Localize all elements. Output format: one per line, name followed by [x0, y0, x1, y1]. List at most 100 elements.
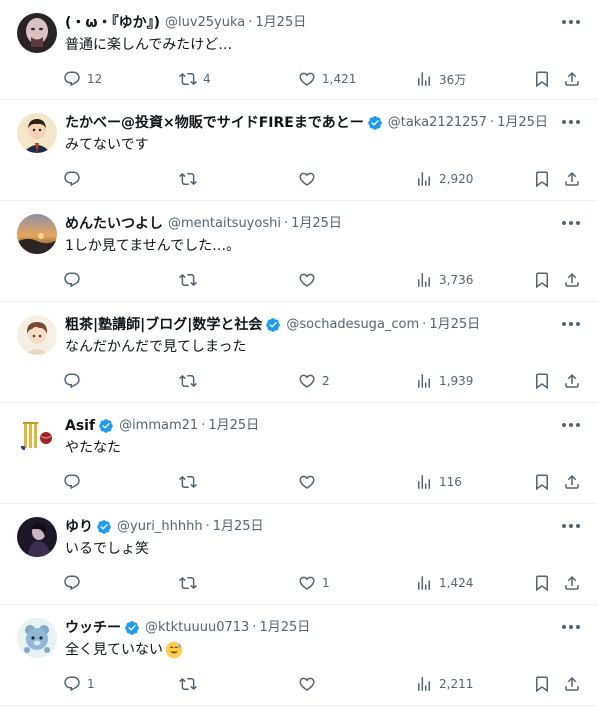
more-options-icon[interactable] — [559, 211, 583, 235]
more-options-icon[interactable] — [559, 312, 583, 336]
more-options-icon[interactable] — [559, 10, 583, 34]
user-handle[interactable]: @mentaitsuyoshi — [168, 214, 281, 234]
tweet[interactable]: ウッチー @ktktuuuu0713 · 1月25日 全く見ていない 1 2,211 — [0, 605, 597, 706]
more-options-icon[interactable] — [559, 514, 583, 538]
retweet-button[interactable] — [179, 370, 203, 392]
verified-badge-icon — [124, 620, 140, 636]
like-button[interactable] — [298, 168, 322, 190]
reply-button[interactable] — [63, 370, 87, 392]
share-button[interactable] — [563, 471, 581, 493]
more-options-icon[interactable] — [559, 110, 583, 134]
bookmark-button[interactable] — [533, 471, 551, 493]
bookmark-button[interactable] — [533, 370, 551, 392]
views-button[interactable]: 2,920 — [415, 168, 473, 190]
like-button[interactable] — [298, 269, 322, 291]
bookmark-button[interactable] — [533, 269, 551, 291]
retweet-button[interactable] — [179, 572, 203, 594]
avatar[interactable] — [17, 618, 57, 658]
avatar[interactable] — [17, 416, 57, 456]
views-button[interactable]: 36万 — [415, 68, 466, 90]
display-name[interactable]: たかべー@投資×物販でサイドFIREまであとー — [65, 113, 364, 133]
view-count: 36万 — [439, 72, 467, 87]
timestamp[interactable]: 1月25日 — [291, 214, 342, 234]
timestamp[interactable]: 1月25日 — [497, 113, 547, 133]
tweet-header: ウッチー @ktktuuuu0713 · 1月25日 — [65, 618, 547, 638]
tweet-header: めんたいつよし @mentaitsuyoshi · 1月25日 — [65, 214, 547, 234]
avatar[interactable] — [17, 517, 57, 557]
reply-button[interactable] — [63, 572, 87, 594]
like-count: 2 — [322, 374, 330, 388]
user-handle[interactable]: @sochadesuga_com — [286, 315, 419, 335]
timestamp[interactable]: 1月25日 — [429, 315, 480, 335]
display-name[interactable]: ゆり — [65, 517, 93, 537]
tweet-text-content: 普通に楽しんでみたけど… — [65, 37, 233, 53]
tweet[interactable]: ゆり @yuri_hhhhh · 1月25日 いるでしょ笑 1 1,424 — [0, 504, 597, 605]
share-button[interactable] — [563, 269, 581, 291]
timestamp[interactable]: 1月25日 — [259, 618, 310, 638]
view-count: 1,424 — [439, 576, 474, 590]
share-button[interactable] — [563, 68, 581, 90]
tweet[interactable]: めんたいつよし @mentaitsuyoshi · 1月25日 1しか見てませんでした…… — [0, 201, 597, 302]
retweet-button[interactable] — [179, 673, 203, 695]
separator-dot: · — [422, 317, 427, 332]
like-button[interactable]: 1 — [298, 572, 330, 594]
reply-icon — [64, 272, 80, 288]
bookmark-button[interactable] — [533, 673, 551, 695]
user-handle[interactable]: @immam21 — [119, 416, 198, 436]
like-button[interactable] — [298, 471, 322, 493]
display-name[interactable]: めんたいつよし — [65, 214, 163, 234]
retweet-button[interactable] — [179, 269, 203, 291]
views-button[interactable]: 1,424 — [415, 572, 473, 594]
user-handle[interactable]: @ktktuuuu0713 — [145, 618, 249, 638]
avatar[interactable] — [17, 13, 57, 53]
bookmark-button[interactable] — [533, 168, 551, 190]
analytics-icon — [418, 374, 430, 388]
share-button[interactable] — [563, 673, 581, 695]
separator-dot: · — [201, 418, 206, 433]
bookmark-button[interactable] — [533, 68, 551, 90]
like-button[interactable]: 1,421 — [298, 68, 356, 90]
views-button[interactable]: 3,736 — [415, 269, 473, 291]
retweet-button[interactable]: 4 — [179, 68, 211, 90]
views-button[interactable]: 2,211 — [415, 673, 473, 695]
reply-button[interactable]: 12 — [63, 68, 102, 90]
reply-button[interactable]: 1 — [63, 673, 95, 695]
share-icon — [565, 575, 579, 590]
avatar[interactable] — [17, 315, 57, 355]
user-handle[interactable]: @luv25yuka — [165, 13, 245, 33]
display-name[interactable]: Asif — [65, 416, 95, 436]
tweet[interactable]: たかべー@投資×物販でサイドFIREまであとー @taka2121257 · 1月25… — [0, 100, 597, 201]
share-button[interactable] — [563, 370, 581, 392]
views-button[interactable]: 116 — [415, 471, 462, 493]
more-options-icon[interactable] — [559, 413, 583, 437]
like-button[interactable]: 2 — [298, 370, 330, 392]
timestamp[interactable]: 1月25日 — [208, 416, 259, 436]
bookmark-button[interactable] — [533, 572, 551, 594]
share-button[interactable] — [563, 168, 581, 190]
tweet-text-content: 1しか見てませんでした…。 — [65, 238, 241, 254]
tweet[interactable]: 粗茶|塾講師|ブログ|数学と社会 @sochadesuga_com · 1月25日 なん… — [0, 302, 597, 403]
display-name[interactable]: 粗茶|塾講師|ブログ|数学と社会 — [65, 315, 262, 335]
action-bar: 1 1,424 — [63, 572, 583, 594]
retweet-button[interactable] — [179, 471, 203, 493]
user-handle[interactable]: @yuri_hhhhh — [117, 517, 203, 537]
timestamp[interactable]: 1月25日 — [255, 13, 306, 33]
tweet[interactable]: (・ω・『ゆか』) @luv25yuka · 1月25日 普通に楽しんでみたけど… 12 4… — [0, 0, 597, 100]
tweet[interactable]: Asif @immam21 · 1月25日 やたなた 116 — [0, 403, 597, 504]
reply-button[interactable] — [63, 168, 87, 190]
retweet-button[interactable] — [179, 168, 203, 190]
reply-button[interactable] — [63, 471, 87, 493]
bookmark-icon — [536, 474, 548, 491]
reply-button[interactable] — [63, 269, 87, 291]
display-name[interactable]: (・ω・『ゆか』) — [65, 13, 160, 33]
like-button[interactable] — [298, 673, 322, 695]
share-button[interactable] — [563, 572, 581, 594]
user-handle[interactable]: @taka2121257 — [388, 113, 487, 133]
timestamp[interactable]: 1月25日 — [213, 517, 264, 537]
views-button[interactable]: 1,939 — [415, 370, 473, 392]
more-options-icon[interactable] — [559, 615, 583, 639]
avatar[interactable] — [17, 214, 57, 254]
heart-icon — [299, 172, 315, 186]
avatar[interactable] — [17, 113, 57, 153]
display-name[interactable]: ウッチー — [65, 618, 121, 638]
